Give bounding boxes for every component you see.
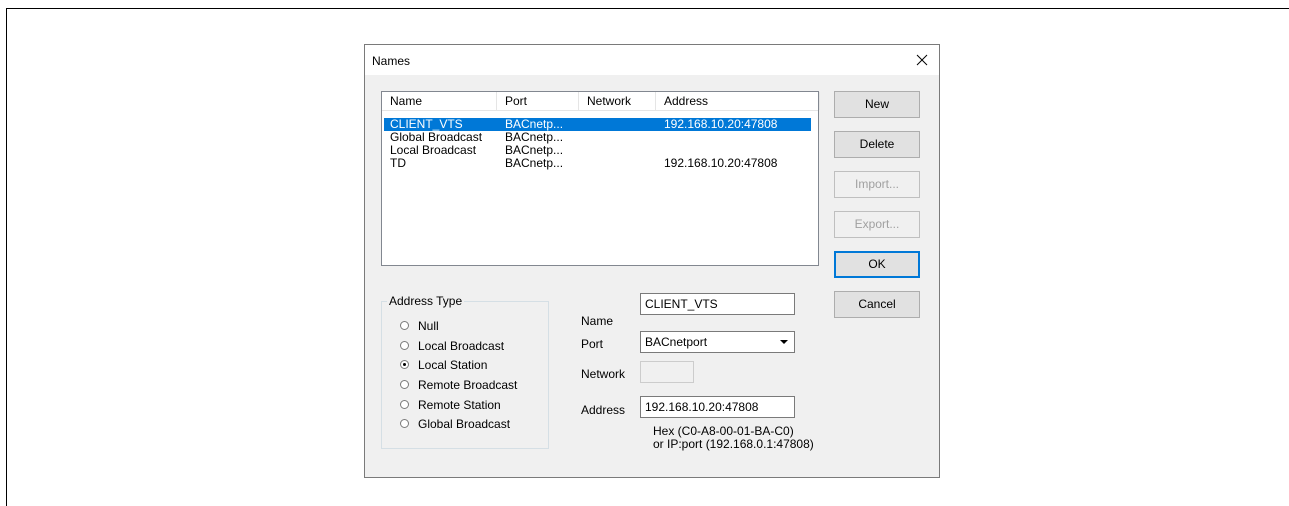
- radio-button[interactable]: [400, 380, 409, 389]
- address-field[interactable]: 192.168.10.20:47808: [640, 396, 795, 418]
- radio-label: Local Station: [418, 358, 488, 372]
- close-icon: [916, 54, 928, 66]
- address-type-group: Address Type Null Local Broadcast Local …: [381, 294, 549, 449]
- import-button[interactable]: Import...: [834, 171, 920, 198]
- radio-button[interactable]: [400, 341, 409, 350]
- title-bar[interactable]: Names: [365, 45, 939, 75]
- address-type-legend: Address Type: [387, 294, 465, 308]
- chevron-down-icon[interactable]: [776, 334, 792, 350]
- ip-port-hint: or IP:port (192.168.0.1:47808): [653, 437, 814, 451]
- list-item-address: 192.168.10.20:47808: [664, 117, 778, 131]
- network-field[interactable]: [640, 361, 694, 383]
- address-label: Address: [581, 403, 626, 417]
- list-item-address: 192.168.10.20:47808: [664, 156, 778, 170]
- radio-button[interactable]: [400, 321, 409, 330]
- list-item[interactable]: TD BACnetp... 192.168.10.20:47808: [384, 157, 811, 170]
- column-header-address[interactable]: Address: [656, 92, 820, 110]
- names-list[interactable]: Name Port Network Address CLIENT_VTS BAC…: [381, 91, 820, 266]
- port-select[interactable]: BACnetport: [640, 331, 795, 353]
- radio-button[interactable]: [400, 400, 409, 409]
- column-header-port[interactable]: Port: [497, 92, 579, 110]
- radio-label: Global Broadcast: [418, 417, 511, 431]
- column-header-network[interactable]: Network: [579, 92, 656, 110]
- column-header-name[interactable]: Name: [382, 92, 497, 110]
- list-header: Name Port Network Address: [382, 92, 820, 111]
- radio-label: Remote Broadcast: [418, 378, 518, 392]
- dialog-title: Names: [372, 54, 411, 68]
- port-select-value: BACnetport: [645, 335, 708, 349]
- export-button[interactable]: Export...: [834, 211, 920, 238]
- name-label: Name: [581, 314, 614, 328]
- cancel-button[interactable]: Cancel: [834, 291, 920, 318]
- list-item-port: BACnetp...: [505, 156, 564, 170]
- radio-button[interactable]: [400, 360, 409, 369]
- delete-button[interactable]: Delete: [834, 131, 920, 158]
- name-field[interactable]: CLIENT_VTS: [640, 293, 795, 315]
- radio-label: Null: [418, 319, 439, 333]
- close-button[interactable]: [911, 49, 933, 71]
- new-button[interactable]: New: [834, 91, 920, 118]
- radio-label: Remote Station: [418, 398, 501, 412]
- port-label: Port: [581, 337, 604, 351]
- radio-label: Local Broadcast: [418, 339, 505, 353]
- names-dialog: Names Name Port Network Address CLIENT_V…: [364, 44, 940, 478]
- list-item-name: TD: [390, 156, 406, 170]
- radio-button[interactable]: [400, 419, 409, 428]
- network-label: Network: [581, 367, 626, 381]
- ok-button[interactable]: OK: [834, 251, 920, 278]
